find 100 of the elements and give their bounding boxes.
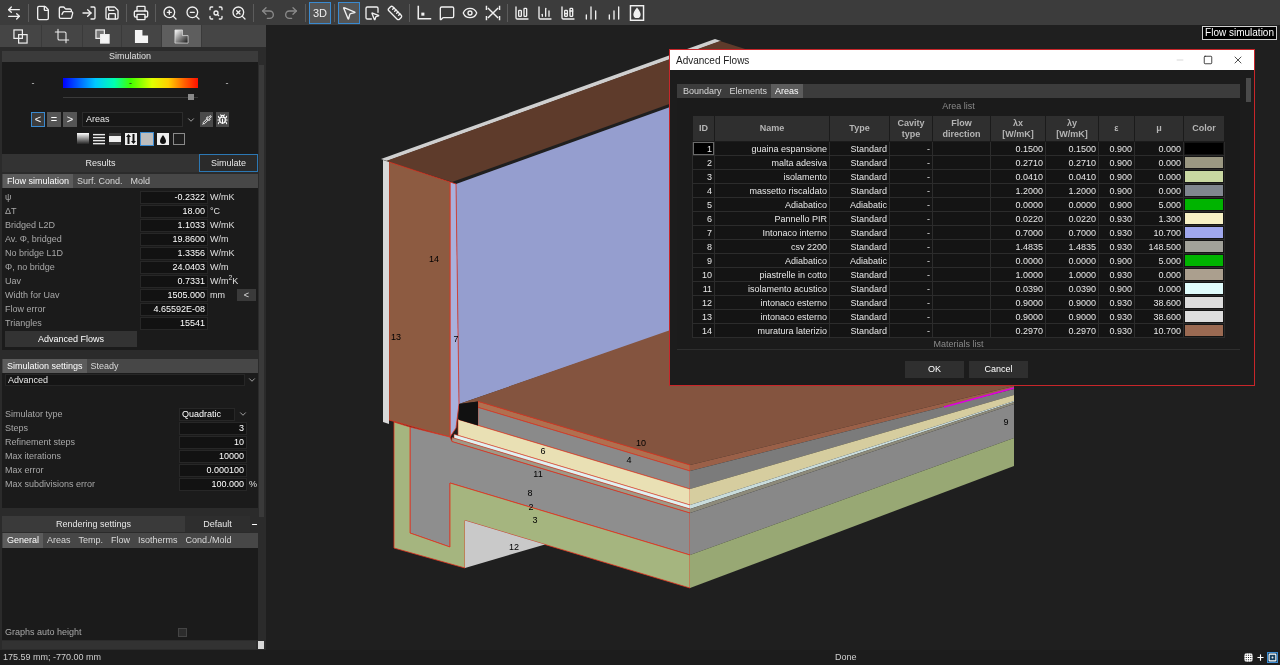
value-field[interactable]: 10000 bbox=[179, 449, 247, 463]
tab[interactable]: Cond./Mold bbox=[181, 533, 236, 548]
table-cell[interactable]: 13 bbox=[692, 309, 715, 324]
value-field[interactable]: 100.000 bbox=[179, 477, 247, 491]
bug-button[interactable] bbox=[216, 112, 229, 127]
table-cell[interactable]: 6 bbox=[692, 211, 715, 226]
shading-mode-button[interactable] bbox=[92, 132, 106, 146]
table-cell[interactable]: 10 bbox=[692, 267, 715, 282]
table-cell: 1.2000 bbox=[990, 183, 1046, 198]
chevron-down-icon[interactable] bbox=[247, 375, 257, 385]
checkbox[interactable] bbox=[178, 627, 187, 637]
tab[interactable]: Elements bbox=[725, 84, 772, 98]
simulate-button[interactable]: Simulate bbox=[199, 154, 258, 172]
direction-button[interactable]: > bbox=[63, 112, 77, 127]
table-cell: 0.0390 bbox=[990, 281, 1046, 296]
table-cell: Pannello PIR bbox=[714, 211, 830, 226]
field-label: Simulator type bbox=[4, 408, 64, 420]
table-cell: Standard bbox=[829, 309, 890, 324]
panel-title: Simulation bbox=[2, 51, 258, 62]
table-cell[interactable]: 11 bbox=[692, 281, 715, 296]
grid-toggle-button[interactable] bbox=[1243, 652, 1254, 663]
tab[interactable]: Areas bbox=[771, 84, 803, 98]
slider-thumb[interactable] bbox=[188, 94, 195, 100]
plus-toggle-button[interactable] bbox=[1255, 652, 1266, 663]
table-cell: 1.4835 bbox=[990, 239, 1046, 254]
shading-mode-button[interactable] bbox=[156, 132, 170, 146]
table-cell: piastrelle in cotto bbox=[714, 267, 830, 282]
area-number-label: 14 bbox=[429, 254, 439, 264]
value-field[interactable]: 0.000100 bbox=[179, 463, 247, 477]
table-cell: 0.000 bbox=[1134, 141, 1184, 156]
plus-icon bbox=[1256, 653, 1265, 662]
unit-label: W/m bbox=[210, 233, 229, 245]
shading-mode-button[interactable] bbox=[108, 132, 122, 146]
chevron-down-icon[interactable] bbox=[238, 409, 248, 419]
table-cell[interactable]: 3 bbox=[692, 169, 715, 184]
table-cell: 0.000 bbox=[1134, 155, 1184, 170]
advanced-flows-button[interactable]: Advanced Flows bbox=[5, 331, 137, 347]
table-cell: - bbox=[889, 295, 933, 310]
scrollbar-thumb[interactable] bbox=[258, 641, 264, 649]
unit-label: W/m$^{2}$K bbox=[210, 275, 239, 287]
table-cell[interactable]: 2 bbox=[692, 155, 715, 170]
dialog-button[interactable]: OK bbox=[905, 361, 964, 378]
tab[interactable]: Flow simulation bbox=[3, 174, 74, 188]
simulator-select[interactable]: Quadratic bbox=[179, 407, 235, 421]
value-field: 1505.000 bbox=[140, 288, 208, 302]
table-cell[interactable]: 7 bbox=[692, 225, 715, 240]
scrollbar-thumb[interactable] bbox=[1246, 78, 1251, 102]
shading-mode-button[interactable] bbox=[76, 132, 90, 146]
scale-slider[interactable] bbox=[63, 94, 198, 100]
table-cell: 0.9000 bbox=[990, 309, 1046, 324]
field-label: Flow error bbox=[4, 303, 47, 315]
tab[interactable]: Surf. Cond. bbox=[73, 174, 127, 188]
tab[interactable]: Steady bbox=[86, 359, 123, 373]
direction-button[interactable]: = bbox=[47, 112, 61, 127]
table-cell: Standard bbox=[829, 225, 890, 240]
mode-tab[interactable] bbox=[162, 25, 202, 47]
table-cell: 0.0220 bbox=[1045, 211, 1099, 226]
table-cell[interactable]: 14 bbox=[692, 323, 715, 338]
tab[interactable]: Boundary bbox=[679, 84, 726, 98]
tab[interactable]: General bbox=[3, 533, 44, 548]
table-cell[interactable]: 9 bbox=[692, 253, 715, 268]
table-cell: Adiabatico bbox=[714, 253, 830, 268]
field-label: Av. Φ, bridged bbox=[4, 233, 63, 245]
tab[interactable]: Temp. bbox=[74, 533, 108, 548]
table-cell: 10.700 bbox=[1134, 323, 1184, 338]
pipette-button[interactable] bbox=[200, 112, 213, 127]
shading-mode-button[interactable] bbox=[124, 132, 138, 146]
table-cell: Standard bbox=[829, 141, 890, 156]
tab[interactable]: Areas bbox=[43, 533, 75, 548]
area-number-label: 4 bbox=[626, 455, 632, 465]
preset-select[interactable]: Advanced bbox=[5, 374, 245, 386]
value-field: 15541 bbox=[140, 316, 208, 330]
field-label: Φ, no bridge bbox=[4, 261, 56, 273]
column-header: ID bbox=[692, 115, 715, 142]
table-cell[interactable]: 12 bbox=[692, 295, 715, 310]
scale-min-label: - bbox=[30, 78, 36, 88]
tab[interactable]: Flow bbox=[107, 533, 135, 548]
table-cell: 0.2970 bbox=[990, 323, 1046, 338]
table-cell: 0.000 bbox=[1134, 183, 1184, 198]
value-field[interactable]: 10 bbox=[179, 435, 247, 449]
tab[interactable]: Isotherms bbox=[134, 533, 182, 548]
scrollbar-thumb[interactable] bbox=[259, 65, 264, 517]
view-select[interactable]: Areas bbox=[82, 112, 183, 127]
value-field[interactable]: 3 bbox=[179, 421, 247, 435]
table-cell[interactable]: 4 bbox=[692, 183, 715, 198]
dialog-button[interactable]: Cancel bbox=[969, 361, 1028, 378]
table-cell[interactable]: 8 bbox=[692, 239, 715, 254]
table-cell: 0.0000 bbox=[990, 253, 1046, 268]
table-cell[interactable]: 5 bbox=[692, 197, 715, 212]
filled-square-icon bbox=[141, 133, 153, 145]
tab[interactable]: Mold bbox=[126, 174, 155, 188]
dot-square-toggle-button[interactable] bbox=[1267, 652, 1278, 663]
3d-view-button[interactable]: 3D bbox=[309, 1, 331, 24]
table-cell: isolamento bbox=[714, 169, 830, 184]
tab[interactable]: Simulation settings bbox=[3, 359, 87, 373]
scale-max-label: - bbox=[224, 78, 230, 88]
table-cell: 0.900 bbox=[1098, 155, 1135, 170]
arrow-button[interactable]: < bbox=[237, 289, 256, 301]
direction-button[interactable]: < bbox=[31, 112, 45, 127]
lines-icon bbox=[93, 133, 105, 145]
